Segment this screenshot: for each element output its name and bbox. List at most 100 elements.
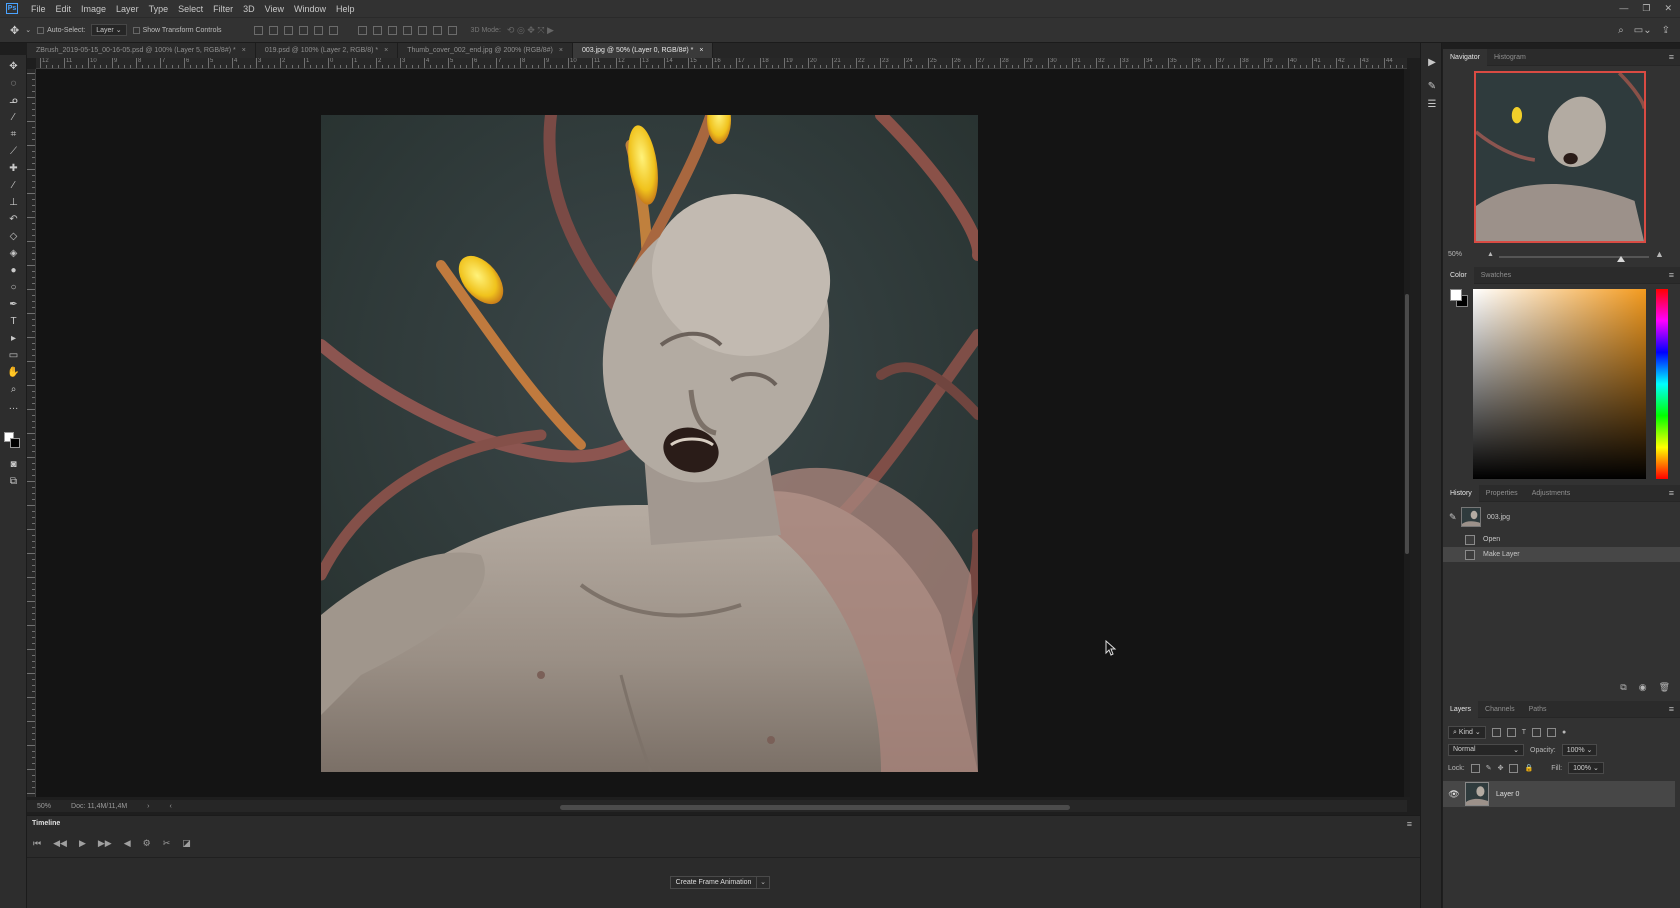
- panel-menu-icon[interactable]: ≡: [1669, 488, 1674, 498]
- healing-brush-tool-icon[interactable]: ✚: [5, 162, 22, 176]
- hand-tool-icon[interactable]: ✋: [5, 366, 22, 380]
- go-first-frame-icon[interactable]: ⏮: [33, 838, 41, 849]
- zoom-slider-knob[interactable]: [1617, 256, 1625, 262]
- zoom-out-icon[interactable]: ▲: [1487, 251, 1494, 258]
- vertical-ruler[interactable]: [27, 69, 36, 797]
- menu-file[interactable]: File: [26, 4, 51, 14]
- menu-3d[interactable]: 3D: [238, 4, 260, 14]
- distribute-bottom-icon[interactable]: [387, 25, 397, 35]
- distribute-right-icon[interactable]: [432, 25, 442, 35]
- search-icon[interactable]: ⌕: [1618, 25, 1624, 36]
- close-icon[interactable]: ×: [559, 47, 563, 54]
- tab-paths[interactable]: Paths: [1522, 701, 1554, 718]
- menu-help[interactable]: Help: [331, 4, 360, 14]
- next-frame-icon[interactable]: ▶▶: [98, 838, 112, 849]
- menu-window[interactable]: Window: [289, 4, 331, 14]
- move-tool-icon[interactable]: ✥: [10, 24, 19, 37]
- tab-histogram[interactable]: Histogram: [1487, 49, 1533, 66]
- hue-slider[interactable]: [1656, 289, 1668, 479]
- blend-mode-dropdown[interactable]: Normal ⌄: [1448, 744, 1524, 756]
- menu-image[interactable]: Image: [76, 4, 111, 14]
- eyedropper-tool-icon[interactable]: ⟋: [5, 145, 22, 159]
- status-zoom[interactable]: 50%: [37, 803, 51, 810]
- align-left-icon[interactable]: [298, 25, 308, 35]
- close-icon[interactable]: ×: [699, 47, 703, 54]
- menu-select[interactable]: Select: [173, 4, 208, 14]
- align-vcenter-icon[interactable]: [268, 25, 278, 35]
- tab-color[interactable]: Color: [1443, 266, 1474, 284]
- filter-shape-icon[interactable]: [1531, 727, 1541, 737]
- filter-toggle-icon[interactable]: ●: [1562, 729, 1566, 736]
- new-document-from-state-icon[interactable]: ⧉: [1620, 682, 1626, 693]
- panel-menu-icon[interactable]: ≡: [1669, 270, 1674, 280]
- previous-frame-icon[interactable]: ◀◀: [53, 838, 67, 849]
- menu-edit[interactable]: Edit: [51, 4, 77, 14]
- tab-channels[interactable]: Channels: [1478, 701, 1522, 718]
- close-icon[interactable]: ✕: [1664, 3, 1672, 14]
- close-icon[interactable]: ×: [384, 47, 388, 54]
- auto-select-checkbox[interactable]: Auto-Select:: [37, 26, 85, 34]
- type-tool-icon[interactable]: T: [5, 315, 22, 329]
- layer-name[interactable]: Layer 0: [1496, 791, 1519, 798]
- distribute-left-icon[interactable]: [402, 25, 412, 35]
- brush-tool-icon[interactable]: ∕: [5, 179, 22, 193]
- history-brush-source-icon[interactable]: ✎: [1449, 512, 1457, 523]
- filter-pixel-icon[interactable]: [1491, 727, 1501, 737]
- split-icon[interactable]: ✂: [163, 838, 171, 849]
- paint-bucket-tool-icon[interactable]: ◈: [5, 247, 22, 261]
- vertical-scroll-thumb[interactable]: [1405, 294, 1409, 554]
- distribute-top-icon[interactable]: [357, 25, 367, 35]
- auto-align-icon[interactable]: [447, 25, 457, 35]
- close-icon[interactable]: ×: [242, 47, 246, 54]
- audio-icon[interactable]: ◀: [124, 838, 131, 849]
- filter-kind-dropdown[interactable]: ⌕ Kind ⌄: [1448, 725, 1486, 739]
- blur-tool-icon[interactable]: ●: [5, 264, 22, 278]
- path-selection-tool-icon[interactable]: ▸: [5, 332, 22, 346]
- filter-adjustment-icon[interactable]: [1506, 727, 1516, 737]
- zoom-in-icon[interactable]: ▲: [1655, 249, 1664, 259]
- magic-wand-tool-icon[interactable]: ⁄: [5, 111, 22, 125]
- rectangle-tool-icon[interactable]: ▭: [5, 349, 22, 363]
- distribute-hcenter-icon[interactable]: [417, 25, 427, 35]
- navigator-zoom-slider[interactable]: [1499, 256, 1649, 262]
- tool-preset-dropdown[interactable]: ⌄: [25, 26, 31, 34]
- tab-019-psd[interactable]: 019.psd @ 100% (Layer 2, RGB/8) * ×: [255, 43, 399, 58]
- tab-thumb-cover[interactable]: Thumb_cover_002_end.jpg @ 200% (RGB/8#) ×: [398, 43, 573, 58]
- brush-settings-icon[interactable]: ✎: [1426, 81, 1438, 93]
- menu-filter[interactable]: Filter: [208, 4, 238, 14]
- filter-type-icon[interactable]: T: [1522, 729, 1526, 736]
- tab-properties[interactable]: Properties: [1479, 485, 1525, 502]
- adjust-icon[interactable]: ☰: [1426, 99, 1438, 111]
- trash-icon[interactable]: 🗑: [1659, 682, 1670, 693]
- fill-input[interactable]: 100% ⌄: [1568, 762, 1604, 774]
- distribute-vcenter-icon[interactable]: [372, 25, 382, 35]
- panel-menu-icon[interactable]: ≡: [1669, 52, 1674, 62]
- restore-icon[interactable]: ❐: [1642, 3, 1650, 14]
- history-snapshot[interactable]: ✎ 003.jpg: [1443, 505, 1680, 529]
- align-right-icon[interactable]: [328, 25, 338, 35]
- lock-transparent-icon[interactable]: [1470, 763, 1480, 773]
- create-frame-animation-button[interactable]: Create Frame Animation ⌄: [670, 876, 770, 889]
- align-top-icon[interactable]: [253, 25, 263, 35]
- menu-type[interactable]: Type: [144, 4, 174, 14]
- play-icon[interactable]: ▶: [1426, 57, 1438, 69]
- screen-mode-icon[interactable]: ⧉: [5, 475, 22, 489]
- lock-artboard-icon[interactable]: [1509, 763, 1519, 773]
- panel-menu-icon[interactable]: ≡: [1669, 704, 1674, 714]
- navigator-zoom-value[interactable]: 50%: [1448, 251, 1462, 258]
- workspace-icon[interactable]: ▭⌄: [1634, 25, 1652, 36]
- tab-zbrush-psd[interactable]: ZBrush_2019-05-15_00-16-05.psd @ 100% (L…: [27, 43, 256, 58]
- history-step[interactable]: Make Layer: [1443, 547, 1680, 562]
- eraser-tool-icon[interactable]: ◇: [5, 230, 22, 244]
- layer-row[interactable]: 👁 Layer 0: [1443, 781, 1675, 807]
- lock-all-icon[interactable]: 🔒: [1524, 764, 1533, 772]
- menu-layer[interactable]: Layer: [111, 4, 144, 14]
- vertical-scrollbar[interactable]: [1404, 69, 1410, 797]
- document-image[interactable]: [321, 115, 978, 772]
- 3d-orbit-icon[interactable]: ⟲ ◎ ✥ ⤧ ▶: [507, 25, 554, 36]
- lasso-tool-icon[interactable]: ᓄ: [5, 94, 22, 108]
- move-tool-icon[interactable]: ✥: [5, 60, 22, 74]
- horizontal-ruler[interactable]: 12 11 10 9 8 7 6 5 4 3 2 1 0 1 2 3 4 5 6 7 8 9 10 11 12 13 14 15 16 1…: [36, 58, 1407, 69]
- quick-mask-icon[interactable]: ◙: [5, 458, 22, 472]
- tab-003-jpg[interactable]: 003.jpg @ 50% (Layer 0, RGB/8#) * ×: [572, 43, 714, 58]
